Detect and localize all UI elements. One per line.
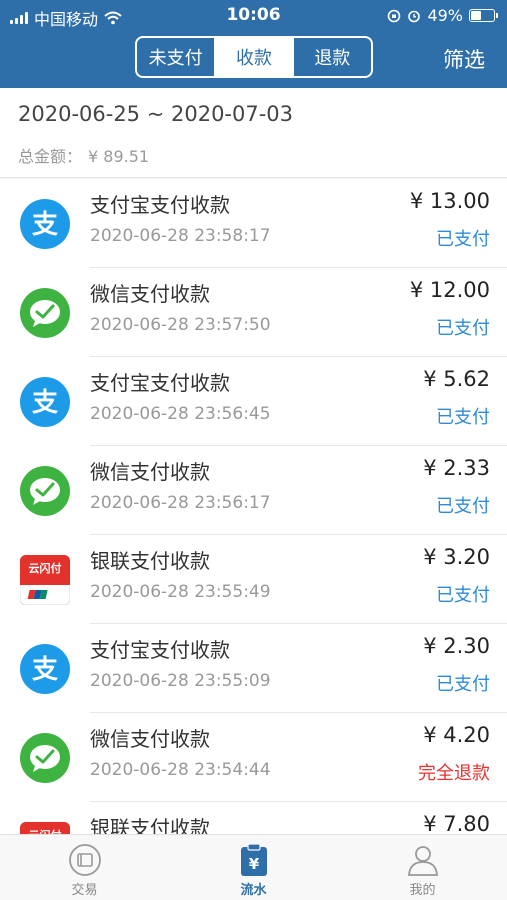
summary-panel: 2020-06-25 ~ 2020-07-03 总金额： ¥ 89.51: [0, 88, 507, 178]
transaction-time: 2020-06-28 23:56:17: [90, 493, 271, 513]
status-bar: 中国移动 10:06 49%: [0, 0, 507, 30]
unionpay-icon: 云闪付: [19, 554, 71, 606]
transaction-amount: ¥ 4.20: [423, 723, 490, 747]
transaction-status: 已支付: [436, 318, 490, 339]
transaction-time: 2020-06-28 23:54:44: [90, 760, 271, 780]
transaction-status: 已支付: [436, 407, 490, 428]
alipay-icon: 支: [20, 644, 70, 694]
transaction-amount: ¥ 13.00: [409, 189, 490, 213]
alipay-icon: 支: [20, 199, 70, 249]
svg-text:支: 支: [32, 210, 58, 240]
list-item[interactable]: 支 支付宝支付收款 2020-06-28 23:55:09 ¥ 2.30 已支付: [0, 624, 507, 713]
tab-label: 交易: [71, 883, 98, 898]
svg-text:云闪付: 云闪付: [29, 561, 62, 575]
tab-label: 我的: [409, 883, 436, 898]
total-amount: 总金额： ¥ 89.51: [18, 143, 149, 167]
ledger-icon: ¥: [239, 843, 269, 881]
profile-icon: [406, 843, 440, 881]
header: 中国移动 10:06 49% 未支付 收款 退款 筛选: [0, 0, 507, 88]
transaction-time: 2020-06-28 23:58:17: [90, 226, 271, 246]
list-item[interactable]: 云闪付 银联支付收款 ¥ 7.80: [0, 802, 507, 834]
transaction-list: 支 支付宝支付收款 2020-06-28 23:58:17 ¥ 13.00 已支…: [0, 179, 507, 834]
rotation-lock-icon: [388, 9, 401, 22]
tab-refunds[interactable]: 退款: [294, 38, 371, 76]
alarm-icon: [408, 10, 421, 22]
transaction-amount: ¥ 2.30: [423, 634, 490, 658]
transaction-status: 已支付: [436, 229, 490, 250]
transaction-amount: ¥ 2.33: [423, 456, 490, 480]
list-item[interactable]: 云闪付 银联支付收款 2020-06-28 23:55:49 ¥ 3.20 已支…: [0, 535, 507, 624]
wechat-pay-icon: [20, 733, 70, 783]
tab-trade[interactable]: 交易: [0, 835, 169, 900]
tab-receipts[interactable]: 收款: [215, 38, 294, 76]
transaction-amount: ¥ 7.80: [423, 812, 490, 834]
svg-text:¥: ¥: [248, 855, 259, 873]
transaction-title: 支付宝支付收款: [90, 193, 230, 217]
list-item[interactable]: 微信支付收款 2020-06-28 23:54:44 ¥ 4.20 完全退款: [0, 713, 507, 802]
transaction-title: 银联支付收款: [90, 549, 210, 573]
tab-profile[interactable]: 我的: [338, 835, 507, 900]
tab-label: 流水: [240, 883, 267, 898]
segmented-control: 未支付 收款 退款: [135, 36, 373, 78]
wechat-pay-icon: [20, 288, 70, 338]
transaction-amount: ¥ 3.20: [423, 545, 490, 569]
total-label: 总金额：: [18, 147, 83, 166]
transaction-time: 2020-06-28 23:56:45: [90, 404, 271, 424]
list-item[interactable]: 微信支付收款 2020-06-28 23:56:17 ¥ 2.33 已支付: [0, 446, 507, 535]
transaction-title: 微信支付收款: [90, 727, 210, 751]
transaction-amount: ¥ 5.62: [423, 367, 490, 391]
tab-ledger[interactable]: ¥ 流水: [169, 835, 338, 900]
transaction-status: 完全退款: [418, 763, 490, 784]
wechat-pay-icon: [20, 466, 70, 516]
filter-button[interactable]: 筛选: [443, 44, 485, 74]
transaction-amount: ¥ 12.00: [409, 278, 490, 302]
alipay-icon: 支: [20, 377, 70, 427]
date-range[interactable]: 2020-06-25 ~ 2020-07-03: [18, 102, 293, 126]
transaction-status: 已支付: [436, 585, 490, 606]
total-value: ¥ 89.51: [88, 147, 150, 166]
transaction-title: 银联支付收款: [90, 816, 210, 834]
tab-bar: 交易 ¥ 流水 我的: [0, 834, 507, 900]
trade-icon: [68, 843, 102, 881]
transaction-status: 已支付: [436, 496, 490, 517]
transaction-title: 微信支付收款: [90, 282, 210, 306]
transaction-time: 2020-06-28 23:57:50: [90, 315, 271, 335]
transaction-status: 已支付: [436, 674, 490, 695]
transaction-title: 支付宝支付收款: [90, 638, 230, 662]
transaction-time: 2020-06-28 23:55:09: [90, 671, 271, 691]
svg-text:支: 支: [32, 655, 58, 685]
list-item[interactable]: 支 支付宝支付收款 2020-06-28 23:58:17 ¥ 13.00 已支…: [0, 179, 507, 268]
battery-percent: 49%: [427, 6, 463, 25]
tab-unpaid[interactable]: 未支付: [137, 38, 216, 76]
transaction-time: 2020-06-28 23:55:49: [90, 582, 271, 602]
svg-text:支: 支: [32, 388, 58, 418]
unionpay-icon: 云闪付: [19, 821, 71, 834]
list-item[interactable]: 支 支付宝支付收款 2020-06-28 23:56:45 ¥ 5.62 已支付: [0, 357, 507, 446]
transaction-title: 支付宝支付收款: [90, 371, 230, 395]
transaction-title: 微信支付收款: [90, 460, 210, 484]
list-item[interactable]: 微信支付收款 2020-06-28 23:57:50 ¥ 12.00 已支付: [0, 268, 507, 357]
battery-icon: [469, 9, 498, 22]
